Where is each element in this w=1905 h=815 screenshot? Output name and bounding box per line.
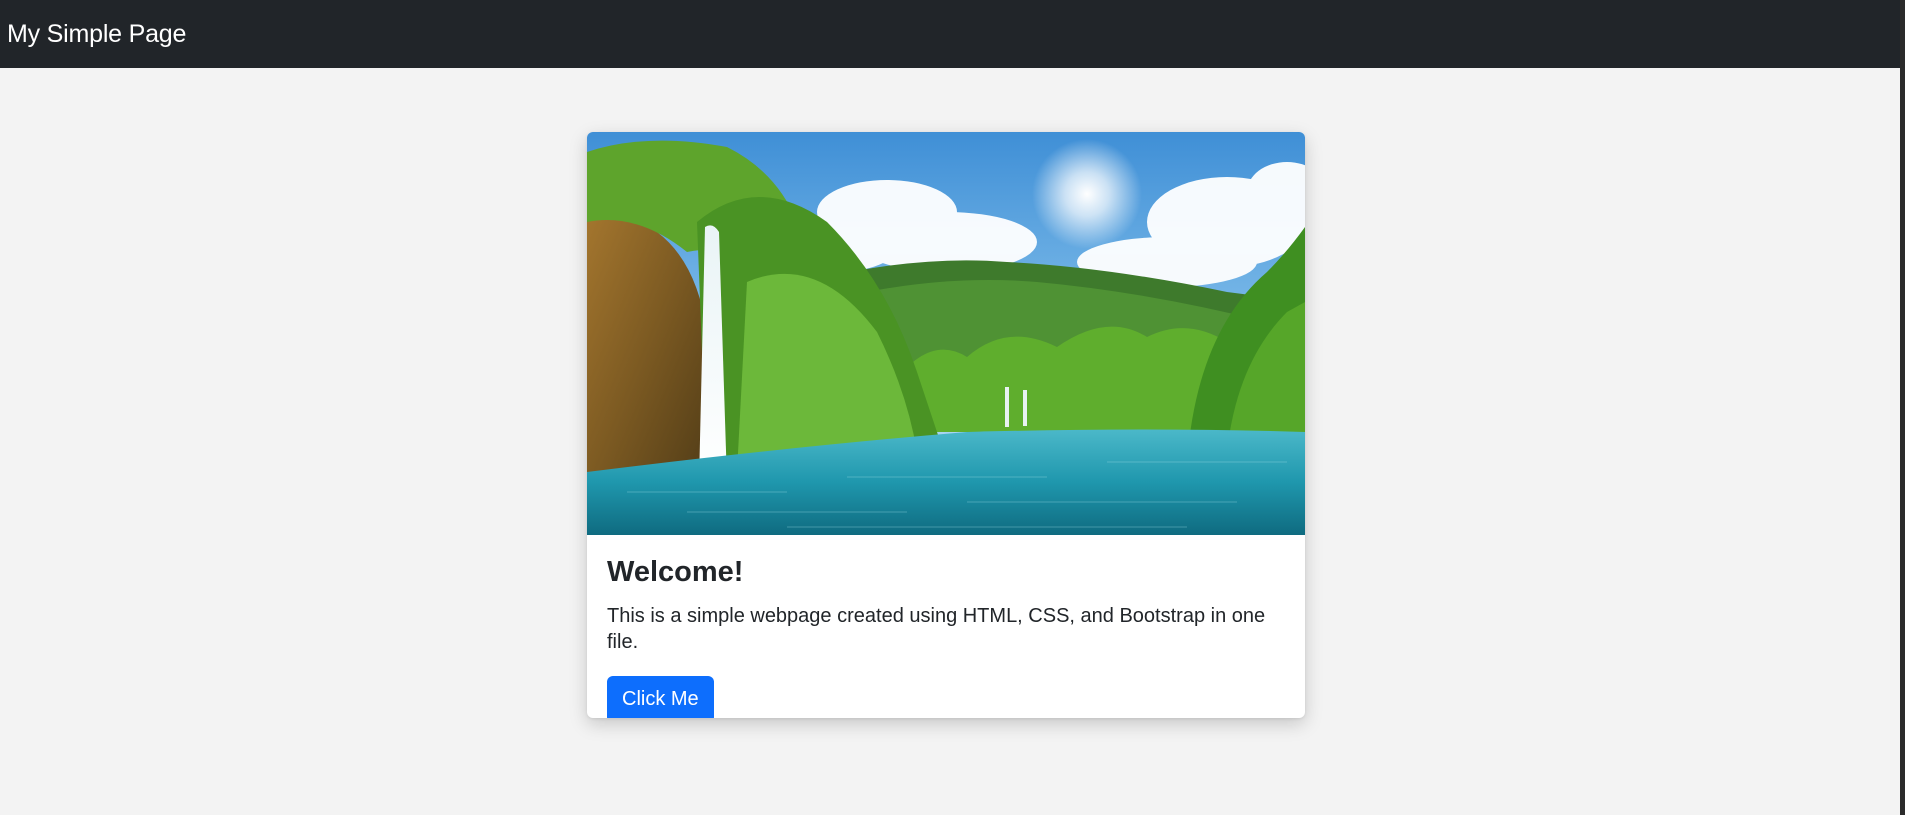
- waterfall-landscape-image: [587, 132, 1305, 535]
- card-title: Welcome!: [607, 556, 744, 588]
- navbar-brand[interactable]: My Simple Page: [7, 20, 186, 49]
- card-body: Welcome! This is a simple webpage create…: [587, 535, 1305, 718]
- welcome-card: Welcome! This is a simple webpage create…: [587, 132, 1305, 718]
- card-text: This is a simple webpage created using H…: [607, 605, 1266, 653]
- click-me-button[interactable]: Click Me: [607, 676, 714, 718]
- navbar: My Simple Page: [0, 0, 1900, 68]
- window-scrollbar[interactable]: [1900, 0, 1905, 815]
